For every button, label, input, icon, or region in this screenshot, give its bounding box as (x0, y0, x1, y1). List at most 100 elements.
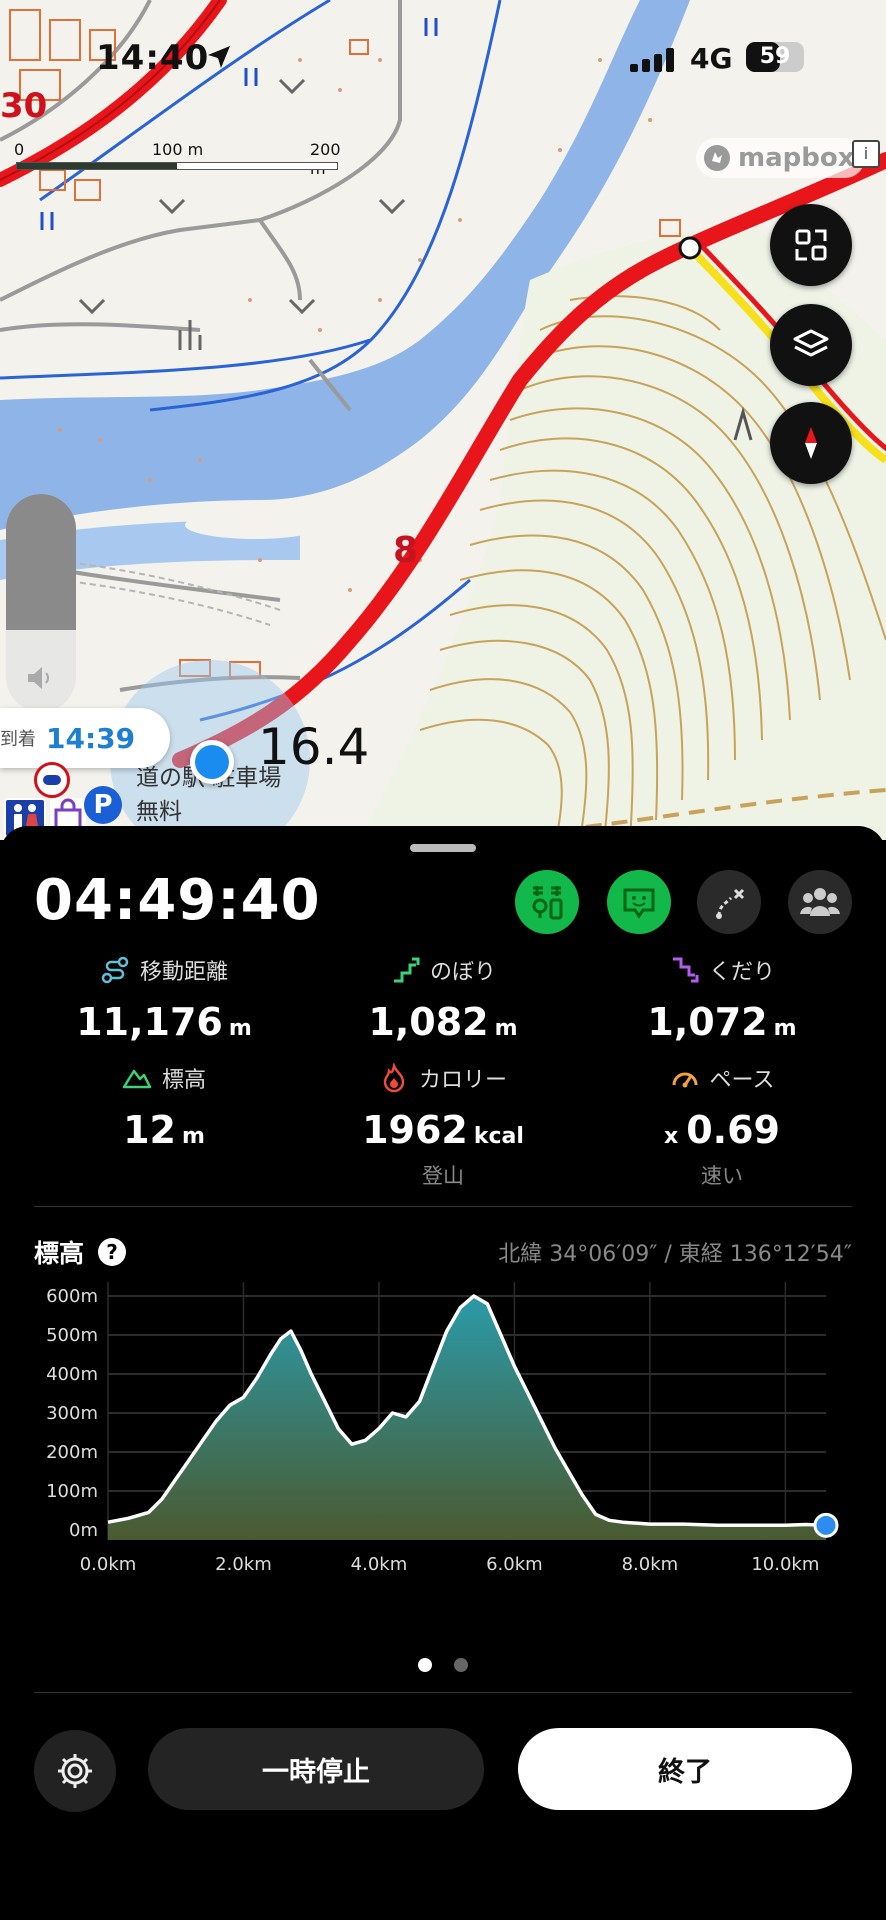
end-button[interactable]: 終了 (518, 1728, 852, 1810)
route-off-button[interactable] (697, 870, 761, 934)
expand-icon (795, 229, 827, 261)
no-entry-icon (34, 762, 70, 798)
distance-icon (101, 956, 129, 984)
fit-route-button[interactable] (770, 204, 852, 286)
stat-descent-unit: m (773, 1016, 797, 1041)
group-icon (800, 888, 840, 916)
stat-descent: くだり 1,072 m (582, 954, 862, 1044)
x-tick-label: 4.0km (351, 1554, 408, 1575)
current-position-marker (813, 1512, 839, 1538)
speedometer-icon (672, 1072, 698, 1088)
arrival-time: 14:39 (46, 721, 136, 755)
arrival-time-pill[interactable]: 到着 14:39 (0, 708, 170, 768)
stat-ascent-unit: m (494, 1016, 518, 1041)
stat-distance: 移動距離 11,176 m (24, 954, 304, 1044)
scale-label-200: 200 m (310, 140, 341, 178)
elevation-chart[interactable]: 0m 100m 200m 300m 400m 500m 600m 0.0km 2.0km 4.0… (0, 1266, 886, 1666)
scale-label-0: 0 (14, 140, 25, 159)
share-location-button[interactable] (607, 870, 671, 934)
compass-button[interactable] (770, 402, 852, 484)
stat-ascent-value: 1,082 (368, 1000, 489, 1044)
elevation-title: 標高 (34, 1239, 85, 1268)
coordinates: 北緯 34°06′09″ / 東経 136°12′54″ (498, 1242, 852, 1267)
stat-altitude-value: 12 (123, 1108, 176, 1152)
stat-altitude-unit: m (181, 1124, 205, 1149)
stat-ascent-label: のぼり (429, 960, 496, 985)
y-tick-label: 500m (46, 1325, 98, 1346)
stat-distance-value: 11,176 (76, 1000, 223, 1044)
parking-icon: P (84, 786, 122, 824)
current-location-marker (190, 740, 234, 784)
battery-percent: 59 (759, 44, 791, 69)
x-tick-label: 2.0km (215, 1554, 272, 1575)
sheet-handle[interactable] (410, 844, 476, 852)
chat-face-icon (623, 888, 655, 919)
activity-sheet: 04:49:40 移動距離 11,176 m のぼり 1,082 m くだり 1… (0, 826, 886, 1920)
layers-button[interactable] (770, 304, 852, 386)
ascent-icon (393, 957, 420, 983)
status-time: 14:40 (96, 38, 210, 78)
flame-icon (383, 1063, 405, 1093)
page-dot-1[interactable] (418, 1658, 432, 1672)
x-tick-label: 0.0km (80, 1554, 137, 1575)
volume-slider[interactable] (6, 494, 76, 712)
battery-icon: 59 (746, 42, 804, 72)
scale-label-100: 100 m (152, 140, 204, 159)
location-arrow-icon (208, 46, 230, 68)
x-tick-label: 6.0km (486, 1554, 543, 1575)
stat-pace-label: ペース (709, 1068, 775, 1093)
stat-descent-value: 1,072 (647, 1000, 768, 1044)
pause-button[interactable]: 一時停止 (148, 1728, 484, 1810)
elevation-header: 標高 ? (34, 1234, 127, 1270)
mountain-icon (122, 1069, 152, 1089)
route-marker-label: 30 (0, 86, 48, 126)
divider (34, 1206, 852, 1207)
divider (34, 1692, 852, 1693)
pace-rating-label: 速い (701, 1164, 743, 1188)
y-tick-label: 400m (46, 1364, 98, 1385)
gear-icon (58, 1754, 92, 1788)
stat-altitude: 標高 12 m (24, 1062, 304, 1152)
stat-pace-prefix: x (664, 1124, 679, 1149)
arrival-label: 到着 (0, 729, 36, 750)
network-type: 4G (690, 42, 733, 75)
descent-icon (672, 957, 699, 983)
x-tick-label: 8.0km (622, 1554, 679, 1575)
stat-pace-value: 0.69 (686, 1108, 780, 1152)
stat-pace: ペース x 0.69 (582, 1062, 862, 1152)
y-tick-label: 200m (46, 1442, 98, 1463)
y-tick-label: 100m (46, 1481, 98, 1502)
y-tick-label: 600m (46, 1286, 98, 1307)
stat-distance-label: 移動距離 (139, 960, 228, 985)
elapsed-time: 04:49:40 (34, 868, 321, 933)
settings-button[interactable] (34, 1730, 116, 1812)
mapbox-text: mapbox (738, 143, 855, 173)
stat-distance-unit: m (228, 1016, 252, 1041)
mapbox-icon (704, 145, 730, 171)
group-button[interactable] (788, 870, 852, 934)
y-tick-label: 300m (46, 1403, 98, 1424)
compass-icon (805, 427, 817, 459)
x-tick-label: 10.0km (751, 1554, 819, 1575)
route-off-icon (716, 888, 745, 919)
map-view[interactable]: 30 8 16.4 道の駅 駐車場 無料 14:40 4G 59 0 100 m… (0, 0, 886, 840)
stat-calories: カロリー 1962 kcal (303, 1062, 583, 1152)
mapbox-logo: mapbox (696, 138, 865, 178)
help-icon[interactable]: ? (98, 1238, 127, 1266)
stat-calories-value: 1962 (362, 1108, 468, 1152)
stat-ascent: のぼり 1,082 m (303, 954, 583, 1044)
activity-type-label: 登山 (422, 1164, 464, 1188)
contour-label: 8 (393, 530, 419, 571)
checkpoint-button[interactable] (515, 870, 579, 934)
attribution-info-icon[interactable]: i (852, 140, 880, 168)
y-tick-label: 0m (69, 1520, 98, 1541)
layers-icon (793, 329, 829, 357)
stat-altitude-label: 標高 (161, 1068, 206, 1093)
elevation-area (108, 1296, 826, 1540)
stat-descent-label: くだり (708, 960, 775, 985)
speaker-icon (28, 667, 49, 689)
page-dot-2[interactable] (454, 1658, 468, 1672)
stat-calories-unit: kcal (473, 1124, 524, 1149)
poi-sub-label: 無料 (136, 799, 182, 825)
signal-icon (630, 48, 674, 72)
